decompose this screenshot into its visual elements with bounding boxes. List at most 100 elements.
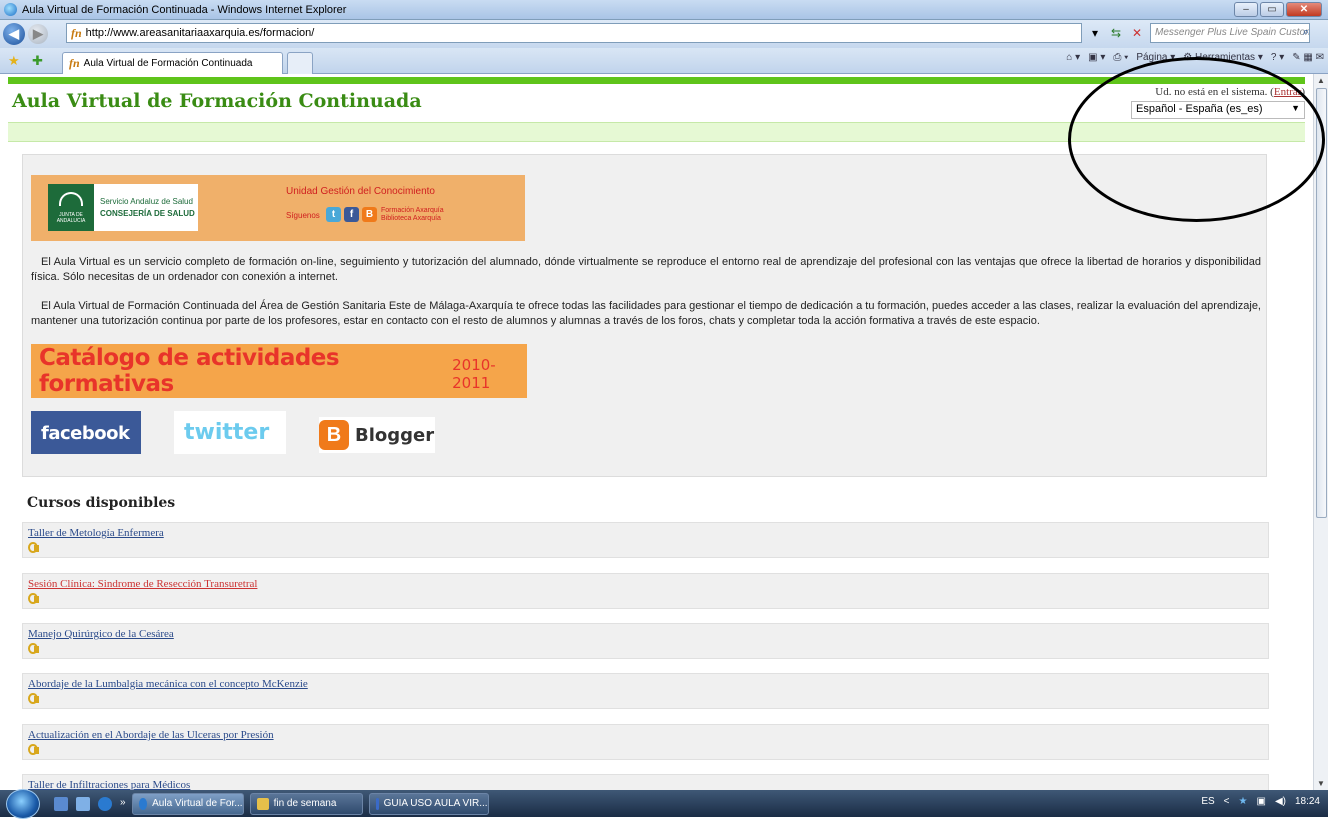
address-input[interactable]: fn http://www.areasanitariaaxarquia.es/f…	[66, 23, 1082, 43]
follow-label: Síguenos	[286, 211, 320, 220]
highlight-ellipse	[1068, 57, 1325, 222]
formacion-link[interactable]: Formación Axarquía	[381, 207, 444, 215]
taskbar-item-label: Aula Virtual de For...	[152, 798, 243, 809]
scroll-down-icon[interactable]: ▼	[1317, 779, 1325, 788]
axarquia-links: Formación Axarquía Biblioteca Axarquía	[381, 207, 444, 223]
ie-icon	[138, 797, 148, 810]
sas-logo: JUNTA DE ANDALUCIA Servicio Andaluz de S…	[48, 184, 198, 231]
course-item: Actualización en el Abordaje de las Ulce…	[22, 724, 1269, 760]
intro-paragraph-1: El Aula Virtual es un servicio completo …	[31, 256, 1261, 283]
course-link[interactable]: Taller de Infiltraciones para Médicos	[28, 779, 190, 790]
logo-caption: JUNTA DE ANDALUCIA	[56, 212, 86, 224]
help-icon[interactable]: ? ▾	[1271, 52, 1284, 63]
key-icon	[28, 593, 39, 604]
key-icon	[28, 643, 39, 654]
unit-name: Unidad Gestión del Conocimiento	[286, 186, 435, 197]
quick-launch: »	[54, 796, 126, 811]
window-controls: – ▭ ✕	[1234, 2, 1322, 17]
course-link[interactable]: Actualización en el Abordaje de las Ulce…	[28, 729, 274, 741]
vertical-scrollbar[interactable]: ▲ ▼	[1313, 74, 1328, 790]
course-item: Taller de Metología Enfermera	[22, 522, 1269, 558]
ugc-banner[interactable]: JUNTA DE ANDALUCIA Servicio Andaluz de S…	[31, 175, 525, 241]
volume-icon[interactable]: ◀)	[1275, 796, 1286, 807]
switch-windows-icon[interactable]	[76, 796, 90, 811]
window-titlebar: Aula Virtual de Formación Continuada - W…	[0, 0, 1328, 20]
facebook-small-icon[interactable]: f	[344, 207, 359, 222]
blogger-logo[interactable]: B Blogger	[319, 417, 435, 453]
course-link[interactable]: Sesión Clínica: Sindrome de Resección Tr…	[28, 578, 257, 590]
show-desktop-icon[interactable]	[54, 796, 68, 811]
folder-icon	[256, 797, 269, 810]
key-icon	[28, 744, 39, 755]
back-button[interactable]: ◀	[3, 23, 25, 45]
address-toolbar: ◀ ▶ fn http://www.areasanitariaaxarquia.…	[0, 20, 1328, 48]
taskbar-item-label: fin de semana	[273, 798, 337, 809]
org-name: Servicio Andaluz de Salud	[100, 197, 193, 206]
course-item: Manejo Quirúrgico de la Cesárea	[22, 623, 1269, 659]
tab-favicon-icon: fn	[69, 56, 80, 70]
taskbar-item-folder[interactable]: fin de semana	[249, 792, 363, 815]
blogger-label: Blogger	[355, 424, 435, 446]
close-button[interactable]: ✕	[1286, 2, 1322, 17]
new-tab-button[interactable]	[287, 52, 313, 74]
window-title: Aula Virtual de Formación Continuada - W…	[22, 3, 347, 16]
print-icon[interactable]: ⎙ ▾	[1113, 52, 1128, 63]
key-icon	[28, 542, 39, 553]
taskbar-item-word[interactable]: GUIA USO AULA VIR...	[368, 792, 489, 815]
course-item: Abordaje de la Lumbalgia mecánica con el…	[22, 673, 1269, 709]
key-icon	[28, 693, 39, 704]
language-indicator[interactable]: ES	[1201, 796, 1214, 807]
maximize-button[interactable]: ▭	[1260, 2, 1284, 17]
start-button[interactable]	[6, 788, 40, 819]
blogger-small-icon[interactable]: B	[362, 207, 377, 222]
system-tray: ES < ★ ▣ ◀) 18:24	[1201, 796, 1320, 807]
word-icon	[375, 797, 379, 810]
courses-heading: Cursos disponibles	[27, 495, 176, 511]
minimize-button[interactable]: –	[1234, 2, 1258, 17]
ie-icon	[4, 3, 17, 16]
feeds-icon[interactable]: ▣ ▾	[1088, 52, 1105, 63]
course-item: Sesión Clínica: Sindrome de Resección Tr…	[22, 573, 1269, 609]
twitter-logo[interactable]: twitter	[174, 411, 286, 454]
org-ministry: CONSEJERÍA DE SALUD	[100, 209, 195, 218]
messenger-icon[interactable]: ★	[1239, 796, 1248, 807]
site-favicon-icon: fn	[71, 25, 82, 40]
windows-taskbar: » Aula Virtual de For... fin de semana G…	[0, 788, 1328, 819]
addon-icon[interactable]: ✎ ▦ ✉	[1292, 52, 1324, 63]
intro-paragraph-2: El Aula Virtual de Formación Continuada …	[31, 300, 1261, 327]
address-url: http://www.areasanitariaaxarquia.es/form…	[85, 27, 315, 39]
dropdown-icon[interactable]: ▾	[1086, 24, 1104, 42]
address-controls: ▾ ⇆ ✕	[1086, 24, 1146, 42]
facebook-logo[interactable]: facebook	[31, 411, 141, 454]
catalog-banner[interactable]: Catálogo de actividades formativas 2010-…	[31, 344, 527, 398]
forward-button[interactable]: ▶	[28, 24, 48, 44]
more-chevron-icon[interactable]: »	[120, 797, 126, 811]
favorites-star-icon[interactable]: ★	[8, 53, 20, 69]
search-icon[interactable]: ⌕	[1303, 26, 1309, 39]
junta-logo-icon: JUNTA DE ANDALUCIA	[48, 184, 94, 231]
taskbar-item-ie[interactable]: Aula Virtual de For...	[131, 792, 244, 815]
home-icon[interactable]: ⌂ ▾	[1066, 52, 1080, 63]
ie-quicklaunch-icon[interactable]	[98, 796, 112, 811]
course-item: Taller de Infiltraciones para Médicos	[22, 774, 1269, 790]
biblioteca-link[interactable]: Biblioteca Axarquía	[381, 215, 444, 223]
catalog-years: 2010-2011	[452, 356, 496, 392]
course-link[interactable]: Manejo Quirúrgico de la Cesárea	[28, 628, 174, 640]
scroll-up-icon[interactable]: ▲	[1317, 76, 1325, 85]
clock[interactable]: 18:24	[1295, 796, 1320, 807]
tray-expand-icon[interactable]: <	[1224, 796, 1230, 807]
network-icon[interactable]: ▣	[1256, 796, 1265, 807]
tab-aula-virtual[interactable]: fn Aula Virtual de Formación Continuada	[62, 52, 283, 74]
course-link[interactable]: Abordaje de la Lumbalgia mecánica con el…	[28, 678, 308, 690]
stop-icon[interactable]: ✕	[1128, 24, 1146, 42]
course-link[interactable]: Taller de Metología Enfermera	[28, 527, 164, 539]
taskbar-item-label: GUIA USO AULA VIR...	[383, 798, 488, 809]
refresh-icon[interactable]: ⇆	[1107, 24, 1125, 42]
twitter-small-icon[interactable]: t	[326, 207, 341, 222]
add-favorite-icon[interactable]: ✚	[32, 53, 43, 69]
tab-label: Aula Virtual de Formación Continuada	[83, 58, 253, 69]
search-input[interactable]: Messenger Plus Live Spain Customiz	[1150, 23, 1310, 43]
blogger-icon: B	[319, 420, 349, 450]
intro-box: JUNTA DE ANDALUCIA Servicio Andaluz de S…	[22, 154, 1267, 477]
catalog-title: Catálogo de actividades formativas	[39, 345, 340, 397]
